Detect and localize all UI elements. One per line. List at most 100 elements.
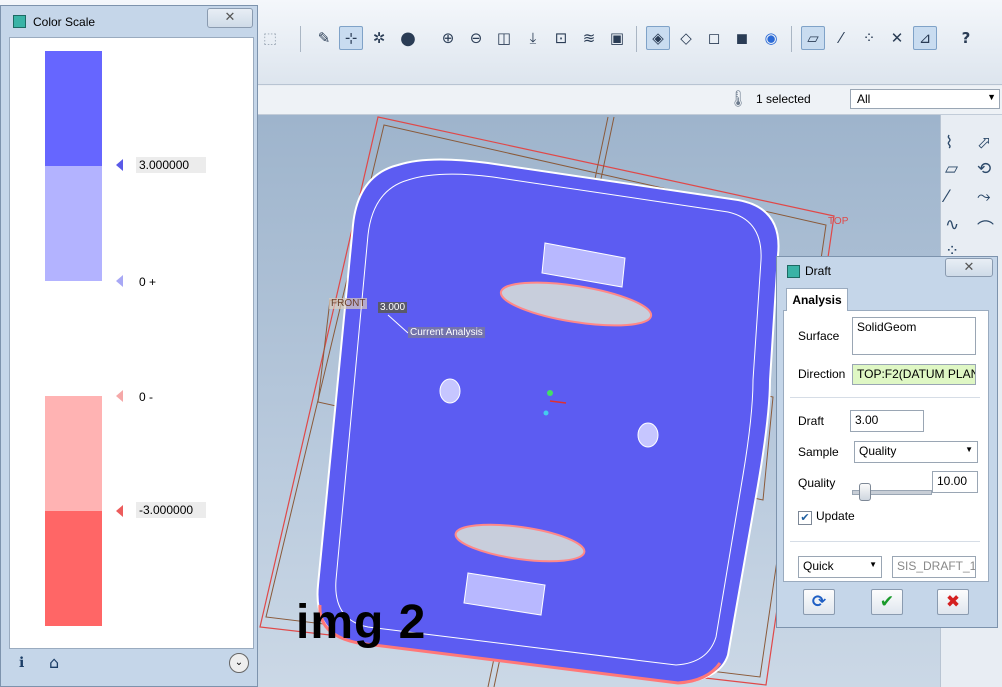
analysis-name-input[interactable]: SIS_DRAFT_1 [892, 556, 976, 578]
image-watermark: img 2 [296, 596, 427, 649]
origin-point-2 [543, 410, 549, 416]
close-button[interactable]: ✕ [207, 8, 253, 28]
scale-zero-plus-label: 0 + [139, 275, 157, 289]
sweep-icon[interactable]: ⤳ [977, 187, 991, 207]
thermometer-icon: 🌡 [728, 89, 749, 108]
scale-swatch [45, 396, 102, 511]
coord-sys-icon[interactable]: ✕ [885, 26, 909, 50]
mode-select[interactable]: Quick ▼ [798, 556, 882, 578]
selection-filter-bar: 🌡 1 selected All ▼ [258, 86, 1002, 115]
color-scale-title: Color Scale [33, 15, 96, 29]
slider-thumb[interactable] [858, 483, 871, 501]
scale-swatch [45, 51, 102, 166]
zoom-in-icon[interactable]: ⊕ [436, 26, 460, 50]
surface-field[interactable]: SolidGeom [852, 317, 976, 355]
shaded-icon[interactable]: ◈ [646, 26, 670, 50]
datum-plane-icon[interactable]: ▱ [945, 159, 958, 179]
draft-dialog: Draft ✕ Analysis Surface SolidGeom Direc… [776, 256, 998, 628]
selection-filter-select[interactable]: All ▼ [850, 89, 1000, 109]
scale-zero-minus-label: 0 - [139, 390, 154, 404]
no-hidden-icon[interactable]: ◼ [730, 26, 754, 50]
revolve-icon[interactable]: ⟲ [977, 159, 991, 179]
spin-center-display-icon[interactable]: ⊿ [913, 26, 937, 50]
layers-icon[interactable]: ≋ [577, 26, 601, 50]
sample-value: Quality [859, 444, 897, 458]
sketch-icon[interactable]: ✎ [312, 26, 336, 50]
scale-swatch [45, 166, 102, 281]
annotation-display-icon[interactable]: ⊡ [549, 26, 573, 50]
selected-count: 1 selected [756, 92, 811, 106]
ok-button[interactable]: ✔ [871, 589, 903, 615]
plane-icon[interactable]: ⌇ [945, 133, 953, 153]
toolbar-separator [636, 26, 637, 52]
shaded-sphere-icon[interactable]: ● [396, 26, 420, 50]
blend-icon[interactable]: ⌒ [977, 215, 994, 240]
scale-max-value[interactable]: 3.000000 [136, 157, 206, 173]
analysis-name-tag: Current Analysis [408, 327, 485, 338]
front-datum-label: FRONT [329, 298, 368, 309]
divider [790, 541, 980, 542]
appearance-icon[interactable]: ◉ [759, 26, 783, 50]
spin-center-icon[interactable]: ✲ [367, 26, 391, 50]
wireframe-icon[interactable]: ◇ [674, 26, 698, 50]
select-box-icon[interactable]: ⬚ [258, 26, 282, 50]
datum-display-icon[interactable]: ⊹ [339, 26, 363, 50]
direction-field[interactable]: TOP:F2(DATUM PLAN [852, 364, 976, 385]
info-icon[interactable]: ℹ [19, 655, 24, 671]
sample-select[interactable]: Quality ▼ [854, 441, 978, 463]
extrude-icon[interactable]: ⬀ [977, 133, 991, 153]
top-datum-label: TOP [828, 216, 849, 227]
scale-marker-icon[interactable] [116, 390, 123, 402]
color-scale-footer: ℹ ⌂ ⌄ [9, 649, 252, 681]
tab-analysis[interactable]: Analysis [786, 288, 848, 311]
scale-marker-icon[interactable] [116, 505, 123, 517]
scale-swatch [45, 281, 102, 396]
curve-icon[interactable]: ∿ [945, 215, 959, 235]
color-scale-body: 3.000000 0 + 0 - -3.000000 [9, 37, 254, 649]
color-scale-titlebar[interactable]: Color Scale ✕ [1, 6, 257, 36]
reorient-icon[interactable]: ⤓ [521, 26, 545, 50]
datum-points-icon[interactable]: ⁘ [857, 26, 881, 50]
scale-swatch [45, 511, 102, 626]
update-checkbox[interactable]: ✔ [798, 511, 812, 525]
refit-icon[interactable]: ◫ [492, 26, 516, 50]
origin-point [547, 390, 553, 396]
update-label: Update [816, 509, 855, 523]
scale-min-value[interactable]: -3.000000 [136, 502, 206, 518]
home-icon[interactable]: ⌂ [49, 653, 59, 672]
quality-label: Quality [798, 476, 836, 490]
draft-angle-input[interactable]: 3.00 [850, 410, 924, 432]
toolbar-separator [791, 26, 792, 52]
cancel-button[interactable]: ✖ [937, 589, 969, 615]
repeat-button[interactable]: ⟳ [803, 589, 835, 615]
datum-axes-icon[interactable]: ⁄ [829, 26, 853, 50]
axis-icon[interactable]: ⁄ [945, 187, 948, 207]
draft-label: Draft [798, 414, 825, 428]
surface-label: Surface [798, 329, 840, 343]
analysis-value-tag: 3.000 [378, 302, 408, 313]
scale-marker-icon[interactable] [116, 159, 123, 171]
window-icon [13, 15, 26, 28]
divider [790, 397, 980, 398]
draft-dialog-title: Draft [805, 264, 832, 278]
selection-filter-value: All [857, 92, 871, 106]
window-icon [787, 265, 800, 278]
zoom-out-icon[interactable]: ⊖ [464, 26, 488, 50]
color-scale-window: Color Scale ✕ 3.000000 0 + 0 - -3.000000… [0, 5, 258, 687]
scale-marker-icon[interactable] [116, 275, 123, 287]
quality-slider[interactable] [852, 483, 932, 501]
chevron-down-icon: ▼ [987, 92, 996, 102]
help-icon[interactable]: ? [954, 26, 978, 50]
right-post [637, 422, 659, 448]
expand-chevron-icon[interactable]: ⌄ [229, 653, 249, 673]
hidden-line-icon[interactable]: ◻ [702, 26, 726, 50]
saved-views-icon[interactable]: ▣ [605, 26, 629, 50]
analysis-panel: Surface SolidGeom Direction TOP:F2(DATUM… [783, 310, 989, 582]
chevron-down-icon: ▼ [869, 560, 877, 569]
sample-label: Sample [798, 445, 839, 459]
quality-input[interactable]: 10.00 [932, 471, 978, 493]
datum-planes-icon[interactable]: ▱ [801, 26, 825, 50]
left-post [439, 378, 461, 404]
close-button[interactable]: ✕ [945, 258, 993, 277]
mode-value: Quick [803, 559, 834, 573]
